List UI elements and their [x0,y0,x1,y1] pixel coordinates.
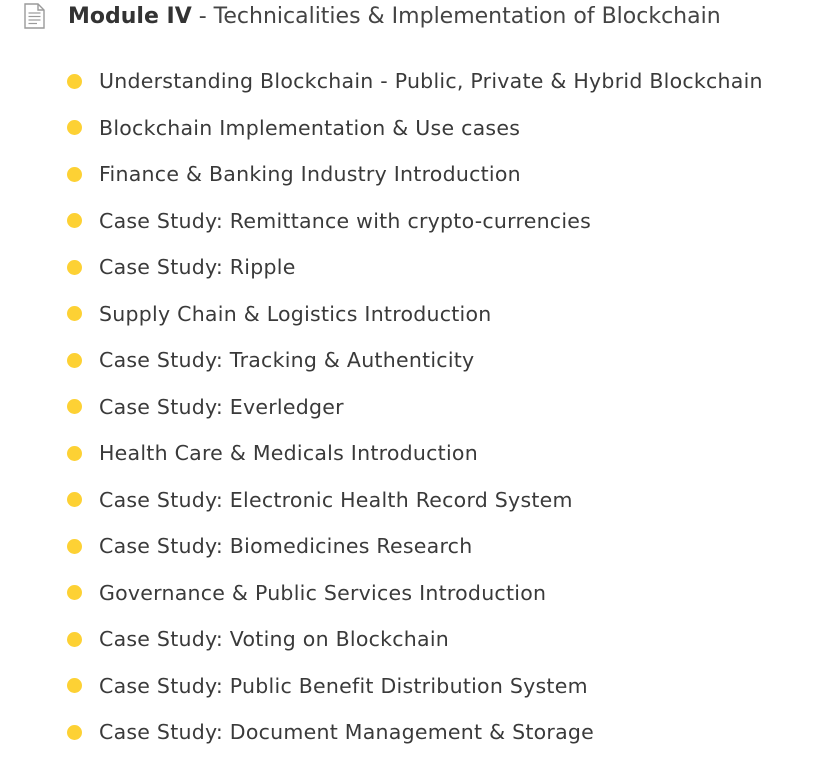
topic-label: Case Study: Voting on Blockchain [99,627,450,652]
list-item: Finance & Banking Industry Introduction [67,151,840,198]
list-item: Case Study: Document Management & Storag… [67,709,840,756]
list-item: Case Study: Everledger [67,384,840,431]
topic-label: Health Care & Medicals Introduction [99,441,478,466]
topic-label: Supply Chain & Logistics Introduction [99,301,492,326]
bullet-icon [67,352,82,368]
list-item: Case Study: Biomedicines Research [67,523,840,570]
bullet-icon [67,445,82,461]
topic-label: Case Study: Ripple [99,255,296,280]
topic-label: Finance & Banking Industry Introduction [99,162,521,187]
bullet-icon [67,259,82,275]
module-header: Module IV - Technicalities & Implementat… [22,0,721,32]
topic-label: Case Study: Everledger [99,394,344,419]
bullet-icon [67,585,82,601]
document-icon [22,2,48,30]
module-title-rest: - Technicalities & Implementation of Blo… [191,3,721,29]
topic-label: Understanding Blockchain - Public, Priva… [99,69,763,94]
topic-label: Case Study: Document Management & Storag… [99,720,595,745]
topic-label: Case Study: Biomedicines Research [99,534,473,559]
bullet-icon [67,213,82,229]
topic-label: Blockchain Implementation & Use cases [99,115,521,140]
list-item: Case Study: Tracking & Authenticity [67,337,840,384]
topic-label: Case Study: Public Benefit Distribution … [99,673,588,698]
bullet-icon [67,73,82,89]
bullet-icon [67,120,82,136]
topic-label: Case Study: Electronic Health Record Sys… [99,487,573,512]
topic-label: Case Study: Remittance with crypto-curre… [99,208,592,233]
list-item: Case Study: Public Benefit Distribution … [67,663,840,710]
module-title: Module IV - Technicalities & Implementat… [68,4,721,29]
topic-list: Understanding Blockchain - Public, Priva… [67,58,840,756]
list-item: Case Study: Ripple [67,244,840,291]
list-item: Understanding Blockchain - Public, Priva… [67,58,840,105]
bullet-icon [67,631,82,647]
list-item: Governance & Public Services Introductio… [67,570,840,617]
list-item: Health Care & Medicals Introduction [67,430,840,477]
topic-label: Governance & Public Services Introductio… [99,580,547,605]
bullet-icon [67,492,82,508]
bullet-icon [67,678,82,694]
bullet-icon [67,399,82,415]
list-item: Supply Chain & Logistics Introduction [67,291,840,338]
list-item: Case Study: Electronic Health Record Sys… [67,477,840,524]
list-item: Case Study: Remittance with crypto-curre… [67,198,840,245]
list-item: Blockchain Implementation & Use cases [67,105,840,152]
bullet-icon [67,538,82,554]
module-title-bold: Module IV [68,3,192,29]
bullet-icon [67,724,82,740]
topic-label: Case Study: Tracking & Authenticity [99,348,475,373]
list-item: Case Study: Voting on Blockchain [67,616,840,663]
bullet-icon [67,306,82,322]
bullet-icon [67,166,82,182]
